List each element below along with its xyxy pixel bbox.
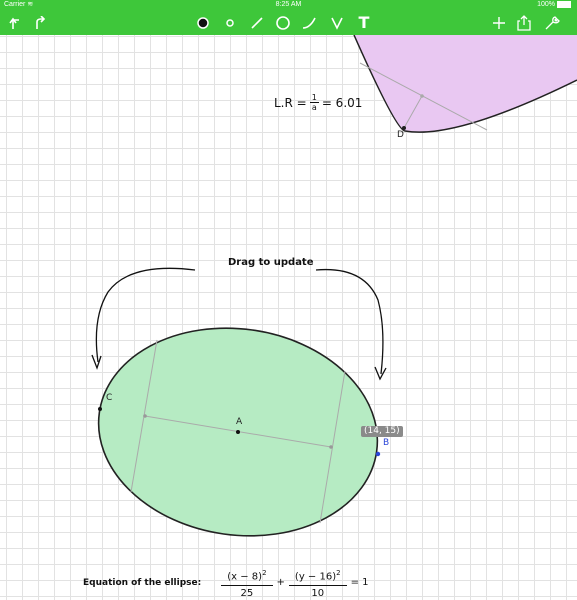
point-b[interactable] (375, 451, 381, 457)
left-arrowhead-icon (91, 354, 102, 370)
settings-wrench-icon (545, 15, 560, 29)
point-c[interactable] (98, 407, 102, 411)
line-tool[interactable] (246, 10, 268, 35)
coordinate-tooltip: (14, 15) (361, 426, 403, 437)
point-large-tool[interactable] (192, 10, 214, 35)
ellipse-equation: Equation of the ellipse: (x − 8)2 25 + (… (83, 565, 369, 600)
lr-numerator: 1 (309, 93, 319, 103)
redo-button[interactable] (29, 10, 51, 35)
lr-fraction: 1 a (309, 93, 319, 112)
parabola-fill (354, 35, 577, 133)
point-a[interactable] (236, 430, 240, 434)
battery-icon (557, 0, 571, 8)
term-y-base: (y − 16) (294, 571, 337, 583)
status-bar: Carrier ≋ 8:25 AM 100% (0, 0, 577, 10)
line-icon (251, 16, 263, 29)
latus-rectum-text: L.R = 1 a = 6.01 (274, 93, 362, 112)
text-tool-label: T (358, 13, 370, 32)
term-y-exponent: 2 (336, 569, 341, 577)
add-button[interactable] (488, 10, 510, 35)
drag-hint: Drag to update (228, 257, 314, 268)
equation-plus: + (276, 577, 285, 589)
battery-indicator: 100% (537, 0, 571, 10)
term-x-base: (x − 8) (227, 571, 263, 583)
label-d: D (397, 130, 404, 140)
angle-icon (331, 17, 343, 30)
text-tool[interactable]: T (353, 10, 375, 35)
settings-button[interactable] (541, 10, 563, 35)
equation-rhs: = 1 (350, 577, 369, 589)
curve-tool[interactable] (298, 10, 320, 35)
clock: 8:25 AM (275, 1, 302, 8)
parabola-focus-point[interactable] (420, 94, 424, 98)
term-x-numerator: (x − 8)2 (221, 565, 273, 587)
angle-tool[interactable] (326, 10, 348, 35)
focus-right-point[interactable] (329, 445, 333, 449)
point-small-tool[interactable] (219, 10, 241, 35)
focus-left-point[interactable] (143, 414, 147, 418)
point-large-icon (197, 16, 209, 29)
share-button[interactable] (513, 10, 535, 35)
battery-text: 100% (537, 1, 555, 8)
geometry-layer (91, 35, 577, 537)
toolbar: T (0, 10, 577, 35)
redo-icon (36, 15, 46, 29)
term-y-numerator: (y − 16)2 (288, 565, 347, 587)
equation-term-y: (y − 16)2 10 (288, 565, 347, 600)
share-icon (517, 14, 531, 31)
lr-value: = 6.01 (321, 95, 363, 110)
undo-icon (9, 17, 19, 29)
term-x-denominator: 25 (240, 588, 254, 600)
equation-label: Equation of the ellipse: (83, 577, 202, 588)
lr-prefix: L.R = (274, 95, 307, 110)
circle-tool[interactable] (272, 10, 294, 35)
point-small-icon (226, 18, 234, 27)
label-c: C (106, 393, 113, 403)
undo-button[interactable] (5, 10, 27, 35)
circle-icon (276, 15, 290, 30)
label-a: A (236, 417, 243, 427)
drawing-canvas[interactable]: L.R = 1 a = 6.01 D Drag to update C A (1… (0, 35, 577, 600)
equation-term-x: (x − 8)2 25 (221, 565, 273, 600)
curve-icon (302, 17, 316, 29)
label-b: B (383, 438, 390, 448)
term-x-exponent: 2 (262, 569, 267, 577)
term-y-denominator: 10 (311, 588, 325, 600)
add-icon (493, 16, 505, 29)
lr-denominator: a (311, 103, 317, 112)
